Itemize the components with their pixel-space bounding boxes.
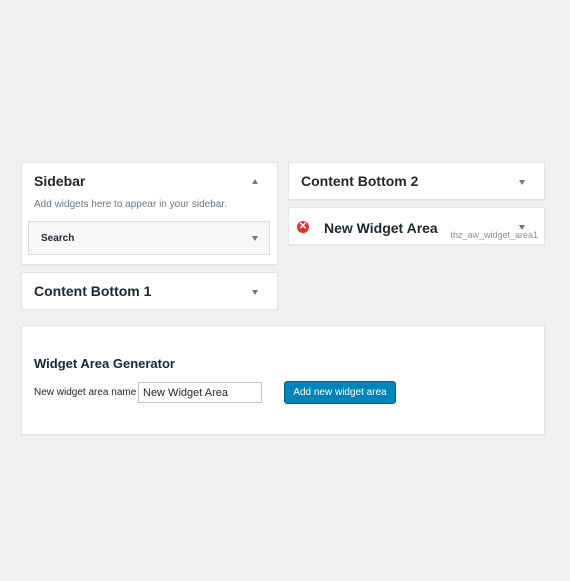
widget-area-id: thz_aw_widget_area1 [450,230,538,240]
expand-arrow-icon[interactable] [252,236,258,241]
content-bottom-1-title: Content Bottom 1 [34,283,152,299]
sidebar-title[interactable]: Sidebar [34,173,85,189]
collapse-arrow-icon[interactable] [252,179,258,184]
expand-arrow-icon[interactable] [252,290,258,295]
widget-area-name-input[interactable] [138,382,262,403]
widget-area-name-label: New widget area name [34,387,137,398]
widget-area-generator: Widget Area Generator New widget area na… [21,325,545,435]
content-bottom-1-widget-area[interactable]: Content Bottom 1 [21,272,278,310]
search-widget[interactable]: Search [28,221,270,255]
sidebar-description: Add widgets here to appear in your sideb… [34,199,227,210]
delete-area-icon[interactable]: ✕ [297,221,309,233]
new-widget-area-title: New Widget Area [324,220,438,236]
new-widget-area[interactable]: ✕ New Widget Area thz_aw_widget_area1 [288,207,545,245]
content-bottom-2-widget-area[interactable]: Content Bottom 2 [288,162,545,200]
sidebar-widget-area: Sidebar Add widgets here to appear in yo… [21,162,278,265]
content-bottom-2-title: Content Bottom 2 [301,173,419,189]
generator-title: Widget Area Generator [34,356,175,371]
widget-title: Search [41,233,75,244]
expand-arrow-icon[interactable] [519,180,525,185]
add-widget-area-button[interactable]: Add new widget area [284,381,396,404]
